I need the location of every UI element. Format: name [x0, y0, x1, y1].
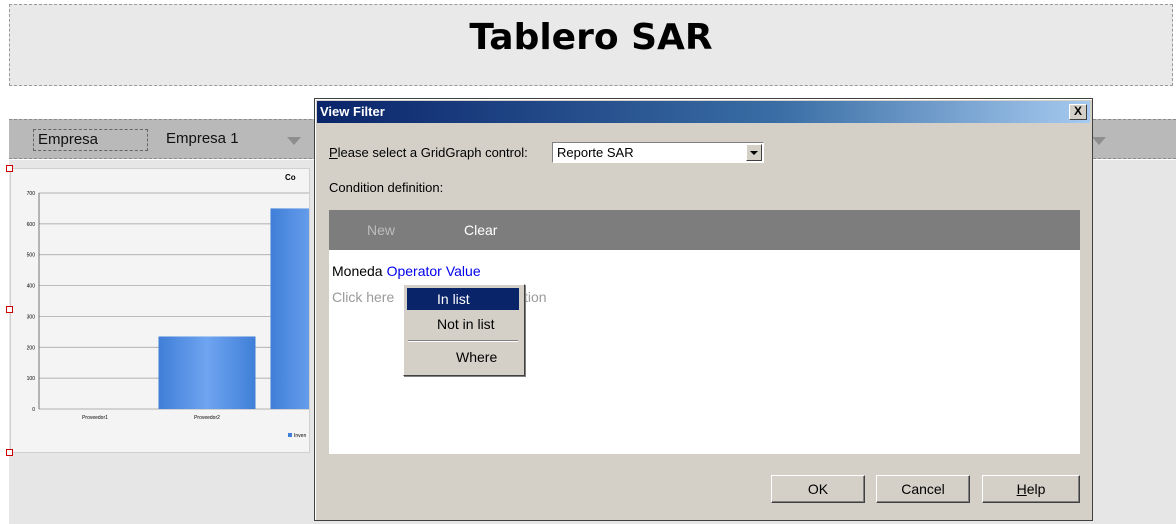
dialog-titlebar[interactable]: View Filter X — [317, 101, 1090, 123]
y-tick-label: 600 — [27, 222, 36, 228]
legend-swatch — [288, 433, 292, 437]
menu-item-where[interactable]: Where — [407, 346, 519, 368]
legend-label: Inven — [294, 433, 306, 439]
help-button[interactable]: Help — [982, 475, 1080, 503]
condition-toolbar: New Clear — [329, 210, 1080, 250]
condition-field[interactable]: Moneda — [332, 263, 383, 279]
gridgraph-select[interactable]: Reporte SAR — [552, 142, 764, 163]
x-tick-label: Proveedor2 — [194, 415, 220, 421]
filter-label-empresa: Empresa — [33, 129, 148, 151]
bar — [270, 208, 368, 409]
gridgraph-select-label: Please select a GridGraph control: — [329, 145, 528, 160]
y-tick-label: 400 — [27, 284, 36, 290]
chevron-down-icon[interactable] — [746, 144, 762, 161]
y-tick-label: 0 — [32, 407, 35, 413]
new-button[interactable]: New — [367, 222, 395, 238]
y-tick-label: 300 — [27, 314, 36, 320]
y-tick-label: 200 — [27, 345, 36, 351]
page-title: Tablero SAR — [469, 17, 713, 58]
menu-item-not-in-list[interactable]: Not in list — [407, 313, 519, 335]
operator-menu: In list Not in list Where — [403, 284, 525, 376]
condition-value-link[interactable]: Value — [446, 263, 481, 279]
chevron-down-icon[interactable] — [1092, 137, 1106, 145]
resize-handle[interactable] — [6, 306, 13, 313]
chart-panel[interactable]: Co 0 100 200 300 400 500 600 700 Proveedor1 Provee… — [10, 168, 368, 453]
y-tick-label: 100 — [27, 376, 36, 382]
cancel-button[interactable]: Cancel — [876, 475, 970, 503]
menu-separator — [408, 340, 518, 342]
hint-text-left: Click here — [332, 289, 395, 305]
menu-item-in-list[interactable]: In list — [407, 288, 519, 310]
x-tick-label: Proveedor1 — [82, 415, 108, 421]
menu-item-label: Not in list — [437, 316, 495, 332]
dialog-title: View Filter — [320, 104, 385, 119]
condition-area: MonedaOperatorValue Click here lificatio… — [329, 250, 1080, 454]
condition-operator-link[interactable]: Operator — [387, 263, 442, 279]
y-tick-label: 500 — [27, 253, 36, 259]
filter-value-empresa[interactable]: Empresa 1 — [166, 130, 239, 147]
clear-button[interactable]: Clear — [464, 222, 497, 238]
help-label: elp — [1026, 481, 1046, 497]
help-accesskey: H — [1016, 481, 1027, 497]
gridgraph-select-label-accesskey: P — [329, 145, 338, 160]
view-filter-dialog: View Filter X Please select a GridGraph … — [314, 98, 1093, 521]
menu-item-label: In list — [437, 291, 470, 307]
resize-handle[interactable] — [6, 449, 13, 456]
resize-handle[interactable] — [6, 165, 13, 172]
page-header: Tablero SAR — [9, 4, 1173, 86]
gridgraph-select-value: Reporte SAR — [557, 145, 634, 160]
chevron-down-icon[interactable] — [287, 137, 301, 145]
menu-item-label: Where — [456, 349, 498, 365]
condition-definition-label: Condition definition: — [329, 180, 444, 195]
condition-row: Moneda Operator Value — [332, 263, 481, 279]
close-button[interactable]: X — [1069, 104, 1087, 120]
chart-title: Co — [285, 173, 296, 182]
ok-button[interactable]: OK — [771, 475, 865, 503]
y-tick-label: 700 — [27, 191, 36, 197]
bar — [158, 336, 256, 409]
gridgraph-select-label-text: lease select a GridGraph control: — [337, 145, 528, 160]
bar-chart: Co 0 100 200 300 400 500 600 700 Proveedor1 Provee… — [27, 173, 368, 439]
add-qualification-hint[interactable]: Click here lification — [332, 289, 547, 305]
